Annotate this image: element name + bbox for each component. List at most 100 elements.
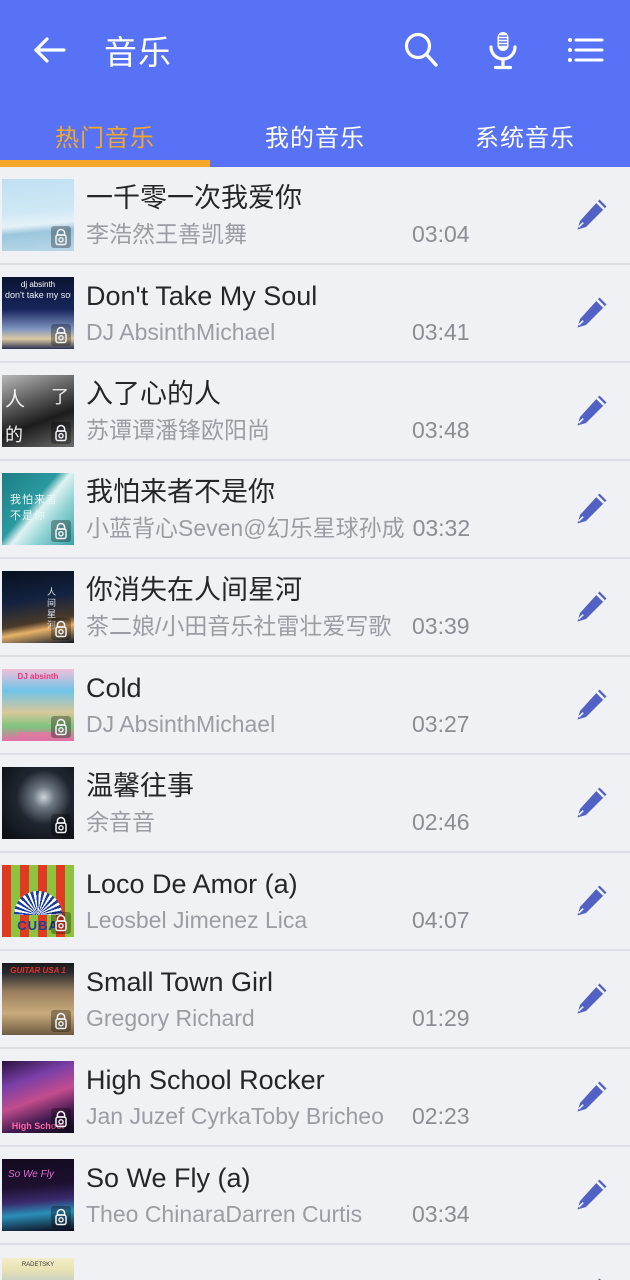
edit-song-button[interactable] xyxy=(552,166,630,264)
song-artist: Leosbel Jimenez Lica xyxy=(86,907,308,933)
song-row[interactable]: DJ absinth saranjour Cold DJ AbsinthMichael… xyxy=(0,657,630,755)
speaker-icon xyxy=(51,422,71,444)
song-duration: 03:41 xyxy=(412,319,470,345)
album-art[interactable] xyxy=(2,179,74,251)
speaker-badge xyxy=(49,1204,73,1230)
song-row[interactable]: 一千零一次我爱你 李浩然王善凯舞 03:04 xyxy=(0,167,630,265)
speaker-badge xyxy=(49,1106,73,1132)
album-art[interactable]: GUITAR USA 1 xyxy=(2,963,74,1035)
song-info: High School Rocker Jan Juzef CyrkaToby Br… xyxy=(74,1063,552,1131)
edit-song-button[interactable] xyxy=(552,558,630,656)
pencil-icon xyxy=(577,493,607,524)
song-row[interactable]: 人的 了入了心的人苏谭谭潘锋欧阳尚 03:48 xyxy=(0,363,630,461)
song-row[interactable]: GUITAR USA 1 Small Town Girl Gregory Richa… xyxy=(0,951,630,1049)
song-info: So We Fly (a) Theo ChinaraDarren Curtis 03… xyxy=(74,1161,552,1229)
song-meta: 苏谭谭潘锋欧阳尚 03:48 xyxy=(86,415,546,445)
song-duration: 03:34 xyxy=(412,1201,470,1227)
song-row[interactable]: High School High School Rocker Jan Juzef C… xyxy=(0,1049,630,1147)
song-duration: 02:23 xyxy=(412,1103,470,1129)
song-title: High School Rocker xyxy=(86,1065,325,1095)
song-row[interactable]: 我怕来者 不是你 我怕来者不是你 小蓝背心Seven@幻乐星球孙成 03:32 xyxy=(0,461,630,559)
song-meta: Jan Juzef CyrkaToby Bricheo 02:23 xyxy=(86,1101,546,1131)
album-art[interactable]: dj absinth don't take my soul xyxy=(2,277,74,349)
song-info: Don't Take My Soul DJ AbsinthMichael 03:41 xyxy=(74,279,552,347)
pencil-icon xyxy=(577,983,607,1014)
voice-search-button[interactable] xyxy=(480,27,526,73)
edit-song-button[interactable] xyxy=(552,950,630,1048)
album-art[interactable]: 人间星河 xyxy=(2,571,74,643)
speaker-badge xyxy=(49,420,73,446)
edit-song-button[interactable] xyxy=(552,1245,630,1280)
song-list[interactable]: 一千零一次我爱你 李浩然王善凯舞 03:04 dj absinth don't take… xyxy=(0,167,630,1280)
microphone-icon xyxy=(489,32,517,70)
tab-hot-music[interactable]: 热门音乐 xyxy=(0,100,210,153)
album-art[interactable]: CUBA xyxy=(2,865,74,937)
song-meta: Gregory Richard 01:29 xyxy=(86,1003,546,1033)
song-duration: 03:48 xyxy=(412,417,470,443)
speaker-badge xyxy=(49,224,73,250)
pencil-icon xyxy=(577,787,607,818)
album-art[interactable] xyxy=(2,767,74,839)
song-title: Cold xyxy=(86,673,142,703)
tab-my-music[interactable]: 我的音乐 xyxy=(210,100,420,153)
album-art[interactable]: RADETSKY xyxy=(2,1258,74,1280)
album-art[interactable]: So We Fly xyxy=(2,1159,74,1231)
back-button[interactable] xyxy=(24,24,76,76)
album-art-word: So We Fly xyxy=(8,1169,54,1180)
edit-song-button[interactable] xyxy=(552,656,630,754)
song-row[interactable]: So We Fly So We Fly (a) Theo ChinaraDarren… xyxy=(0,1147,630,1245)
album-art-image: High School xyxy=(2,1061,74,1133)
edit-song-button[interactable] xyxy=(552,362,630,460)
speaker-icon xyxy=(51,520,71,542)
song-title: 入了心的人 xyxy=(86,379,221,409)
album-art-image: CUBA xyxy=(2,865,74,937)
pencil-icon xyxy=(598,1278,601,1280)
album-art-glyph: 人 xyxy=(5,389,25,411)
album-art-caption: dj absinth xyxy=(20,280,56,289)
speaker-badge xyxy=(49,322,73,348)
album-art[interactable]: DJ absinth saranjour xyxy=(2,669,74,741)
song-info: 拉德斯基进行曲 Radetsky March xyxy=(74,1267,552,1280)
album-art-glyph: 了 xyxy=(51,387,69,407)
song-row[interactable]: dj absinth don't take my soul Don't Take M… xyxy=(0,265,630,363)
speaker-badge xyxy=(49,518,73,544)
speaker-badge xyxy=(49,714,73,740)
album-art-image: RADETSKY xyxy=(2,1258,74,1280)
song-artist: Jan Juzef CyrkaToby Bricheo xyxy=(86,1103,384,1129)
album-art-image: 人间星河 xyxy=(2,571,74,643)
app-bar-actions xyxy=(398,27,608,73)
speaker-icon xyxy=(51,716,71,738)
song-artist: Gregory Richard xyxy=(86,1005,255,1031)
edit-song-button[interactable] xyxy=(552,1048,630,1146)
album-art[interactable]: High School xyxy=(2,1061,74,1133)
song-info: 我怕来者不是你 小蓝背心Seven@幻乐星球孙成 03:32 xyxy=(74,475,552,543)
edit-song-button[interactable] xyxy=(552,1146,630,1244)
edit-song-button[interactable] xyxy=(552,852,630,950)
edit-song-button[interactable] xyxy=(552,754,630,852)
song-row[interactable]: 人间星河 你消失在人间星河 茶二娘/小田音乐社雷壮爱写歌 03:39 xyxy=(0,559,630,657)
search-button[interactable] xyxy=(398,27,444,73)
album-art-caption: GUITAR USA 1 xyxy=(10,966,66,975)
song-meta: 李浩然王善凯舞 03:04 xyxy=(86,219,546,249)
song-duration: 03:04 xyxy=(412,221,470,247)
song-row[interactable]: RADETSKY 拉德斯基进行曲 Radetsky March xyxy=(0,1245,630,1280)
album-art-caption: RADETSKY xyxy=(21,1262,55,1268)
song-info: Small Town Girl Gregory Richard 01:29 xyxy=(74,965,552,1033)
song-title: Loco De Amor (a) xyxy=(86,869,298,899)
song-artist: 李浩然王善凯舞 xyxy=(86,221,247,247)
tab-system-music[interactable]: 系统音乐 xyxy=(420,100,630,153)
song-info: Cold DJ AbsinthMichael 03:27 xyxy=(74,671,552,739)
album-art-image xyxy=(2,179,74,251)
song-artist: 苏谭谭潘锋欧阳尚 xyxy=(86,417,270,443)
speaker-icon xyxy=(51,324,71,346)
song-info: Loco De Amor (a) Leosbel Jimenez Lica 04:0… xyxy=(74,867,552,935)
song-row[interactable]: CUBA Loco De Amor (a) Leosbel Jimenez Lica… xyxy=(0,853,630,951)
menu-button[interactable] xyxy=(562,27,608,73)
edit-song-button[interactable] xyxy=(552,264,630,362)
edit-song-button[interactable] xyxy=(552,460,630,558)
list-menu-icon xyxy=(567,37,604,63)
album-art[interactable]: 人的 了 xyxy=(2,375,74,447)
search-icon xyxy=(404,32,438,67)
song-row[interactable]: 温馨往事 余音音 02:46 xyxy=(0,755,630,853)
album-art[interactable]: 我怕来者 不是你 xyxy=(2,473,74,545)
